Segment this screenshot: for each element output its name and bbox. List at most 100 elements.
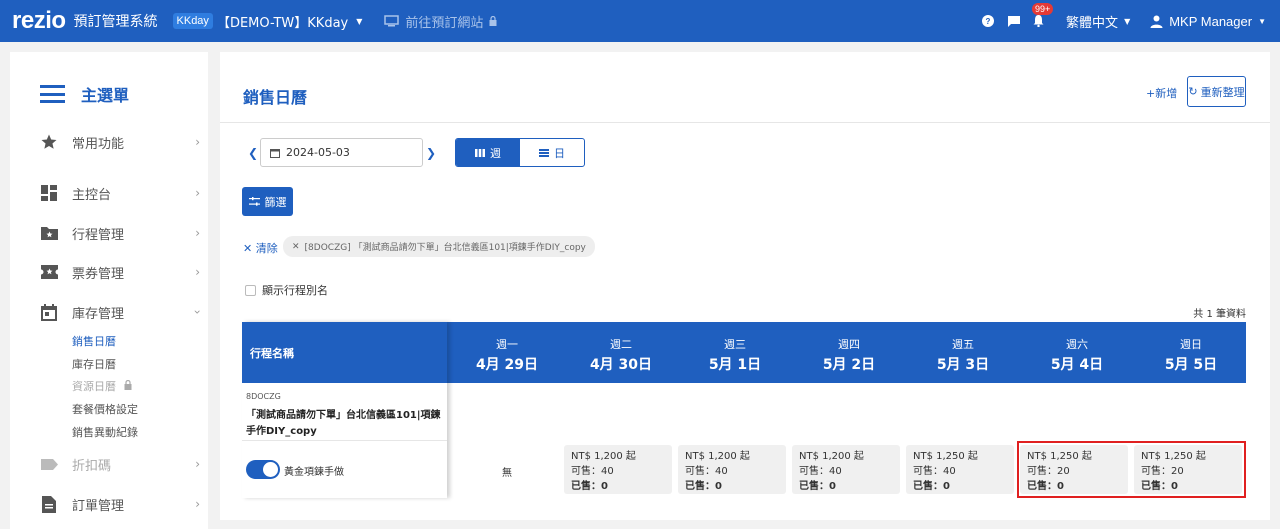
sidebar-item-itinerary[interactable]: 行程管理 ›: [40, 221, 200, 245]
name-column-header: 行程名稱: [250, 346, 294, 360]
sidebar-sub-package-price[interactable]: 套餐價格設定: [72, 401, 138, 417]
company-name: 【DEMO-TW】KKday: [216, 15, 349, 31]
weekday-label: 週一: [496, 338, 518, 351]
sidebar-item-orders[interactable]: 訂單管理 ›: [40, 492, 200, 516]
day-header: 週二 4月 30日: [564, 336, 678, 374]
date-label: 4月 29日: [475, 357, 539, 373]
hamburger-icon[interactable]: [40, 85, 65, 103]
availability-slot[interactable]: NT$ 1,200 起可售：40 已售：0: [678, 445, 786, 494]
sidebar-item-label: 行程管理: [72, 227, 125, 243]
chip-close-icon[interactable]: ✕: [292, 242, 300, 252]
sidebar-item-discount[interactable]: 折扣碼 ›: [40, 452, 200, 476]
prev-week-button[interactable]: ❮: [248, 146, 258, 160]
svg-text:?: ?: [986, 17, 991, 26]
show-alias-checkbox[interactable]: [245, 284, 256, 296]
language-selector[interactable]: 繁體中文 ▼: [1066, 12, 1130, 31]
show-alias-label: 顯示行程別名: [262, 284, 328, 297]
show-alias-option[interactable]: 顯示行程別名: [245, 282, 328, 298]
toggle-knob: [263, 462, 278, 477]
sidebar-sub-inventory-calendar[interactable]: 庫存日曆: [72, 356, 116, 372]
date-label: 5月 3日: [936, 357, 990, 373]
view-day-label: 日: [554, 146, 565, 160]
main-panel: 銷售日曆 +新增 ↻ 重新整理 ❮ 2024-05-03 ❯ 週 日 篩選 ✕ 清…: [220, 52, 1270, 520]
plus-icon: +: [1146, 87, 1156, 100]
day-header: 週六 5月 4日: [1020, 336, 1134, 374]
chat-icon[interactable]: [1006, 13, 1022, 29]
user-name: MKP Manager: [1169, 13, 1253, 29]
sidebar-item-dashboard[interactable]: 主控台 ›: [40, 181, 200, 205]
day-header: 週三 5月 1日: [678, 336, 792, 374]
bell-icon[interactable]: 99+: [1030, 3, 1054, 29]
sidebar-sub-sales-calendar[interactable]: 銷售日曆: [72, 333, 116, 349]
sidebar-item-label: 訂單管理: [72, 498, 125, 514]
filter-chip[interactable]: ✕ [8DOCZG] 「測試商品請勿下單」台北信義區101|項鍊手作DIY_co…: [283, 236, 595, 257]
chevron-right-icon: ›: [195, 226, 200, 240]
date-label: 5月 2日: [822, 357, 876, 373]
lock-icon: [124, 379, 131, 390]
sidebar-item-inventory[interactable]: 庫存管理 ›: [40, 300, 205, 324]
goto-booking-site-label: 前往預訂網站: [405, 15, 484, 31]
date-picker[interactable]: 2024-05-03: [260, 138, 423, 167]
day-header: 週四 5月 2日: [792, 336, 906, 374]
slot-sold: 已售：0: [913, 481, 950, 492]
star-icon: [40, 133, 58, 151]
user-icon: [1150, 15, 1163, 28]
goto-booking-site-link[interactable]: 前往預訂網站: [384, 12, 497, 31]
date-label: 5月 1日: [708, 357, 762, 373]
package-name: 黃金項鍊手做: [284, 467, 344, 478]
sidebar-sub-sales-log[interactable]: 銷售異動紀錄: [72, 424, 138, 440]
package-toggle[interactable]: [246, 460, 280, 479]
sidebar-item-label: 票券管理: [72, 266, 125, 282]
availability-slot[interactable]: NT$ 1,250 起可售：40 已售：0: [906, 445, 1014, 494]
slot-price: NT$ 1,200 起: [571, 451, 636, 462]
clear-filters-button[interactable]: ✕ 清除: [243, 240, 278, 256]
view-week-button[interactable]: 週: [456, 139, 520, 166]
slot-available: 可售：40: [685, 466, 728, 477]
day-header: 週一 4月 29日: [450, 336, 564, 374]
view-week-label: 週: [490, 146, 501, 160]
availability-slot[interactable]: NT$ 1,200 起可售：40 已售：0: [792, 445, 900, 494]
tag-icon: [40, 455, 58, 473]
add-button-label: 新增: [1155, 87, 1178, 100]
slot-available: 可售：40: [571, 466, 614, 477]
product-name[interactable]: 「測試商品請勿下單」台北信義區101|項鍊手作DIY_copy: [246, 408, 446, 440]
sidebar-item-tickets[interactable]: 票券管理 ›: [40, 260, 200, 284]
filter-button-label: 篩選: [264, 195, 287, 209]
reorganize-button[interactable]: ↻ 重新整理: [1187, 76, 1246, 107]
slot-price: NT$ 1,250 起: [913, 451, 978, 462]
day-header: 週日 5月 5日: [1134, 336, 1248, 374]
slot-price: NT$ 1,200 起: [685, 451, 750, 462]
sidebar-item-label: 主控台: [72, 187, 112, 203]
header-divider: [220, 122, 1270, 123]
user-menu[interactable]: MKP Manager ▼: [1150, 14, 1266, 29]
filter-button[interactable]: 篩選: [242, 187, 293, 216]
chevron-down-icon: ›: [190, 309, 205, 315]
close-icon: ✕: [243, 242, 253, 255]
view-day-button[interactable]: 日: [520, 139, 584, 166]
slot-price: NT$ 1,200 起: [799, 451, 864, 462]
rows-icon: [539, 148, 549, 157]
availability-slot[interactable]: NT$ 1,200 起可售：40 已售：0: [564, 445, 672, 494]
slot-available: 可售：40: [799, 466, 842, 477]
weekday-label: 週三: [724, 338, 746, 351]
weekday-label: 週二: [610, 338, 632, 351]
weekday-label: 週六: [1066, 338, 1088, 351]
brand-badge: KKday: [172, 13, 213, 29]
caret-down-icon: ▼: [1258, 16, 1266, 26]
monitor-icon: [384, 15, 400, 27]
sidebar-item-label: 庫存管理: [72, 306, 125, 322]
company-selector[interactable]: 【DEMO-TW】KKday ▼: [217, 12, 362, 31]
add-button[interactable]: +新增: [1146, 85, 1177, 101]
date-label: 5月 5日: [1164, 357, 1218, 373]
calendar-header: 行程名稱 週一 4月 29日 週二 4月 30日 週三 5月 1日 週四 5月 2日 週…: [242, 322, 1246, 383]
menu-header: 主選單: [40, 82, 129, 106]
help-icon[interactable]: ?: [980, 13, 996, 29]
next-week-button[interactable]: ❯: [426, 146, 436, 160]
slot-sold: 已售：0: [685, 481, 722, 492]
columns-icon: [475, 148, 485, 157]
rezio-logo[interactable]: rezio: [12, 7, 66, 35]
slot-sold: 已售：0: [571, 481, 608, 492]
top-bar: rezio 預訂管理系統 KKday 【DEMO-TW】KKday ▼ 前往預訂網…: [0, 0, 1280, 42]
chevron-right-icon: ›: [195, 135, 200, 149]
sidebar-item-favorites[interactable]: 常用功能 ›: [40, 130, 200, 154]
